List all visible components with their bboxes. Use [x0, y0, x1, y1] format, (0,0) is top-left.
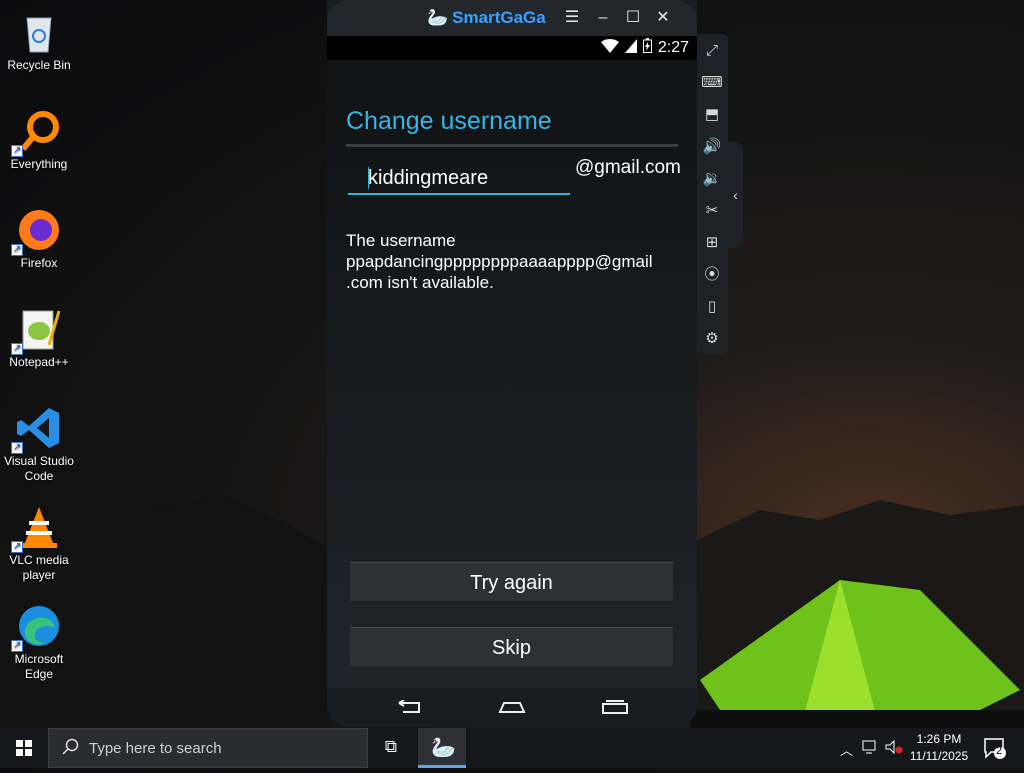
multi-instance-icon[interactable]: ⊞	[701, 232, 723, 254]
taskbar: Type here to search ⧉ 🦢 ︿ 1:26 PM 11/11/…	[0, 728, 1024, 768]
message-line: ppapdancingppppppppaaaapppp@gmail	[346, 252, 653, 271]
android-status-bar: 2:27	[327, 36, 697, 60]
tent-image	[690, 580, 1024, 730]
username-value: kiddingmeare	[368, 167, 489, 189]
maximize-button[interactable]: ☐	[623, 8, 643, 28]
clock-time: 1:26 PM	[916, 732, 962, 746]
edge-icon	[11, 602, 63, 653]
vscode-icon	[11, 404, 63, 455]
desktop-icon-label: Visual Studio Code	[4, 454, 74, 483]
recents-icon[interactable]	[601, 700, 629, 719]
desktop-icon-label: Firefox	[20, 256, 58, 270]
text-caret	[368, 167, 369, 189]
desktop-icon-label: Everything	[10, 157, 68, 171]
emulator-window: 🦢 SmartGaGa ☰ – ☐ ✕ 2:27 Change username …	[327, 0, 697, 727]
collapse-toolbar-button[interactable]: ‹	[728, 142, 743, 248]
wifi-icon	[600, 38, 619, 58]
menu-icon[interactable]: ☰	[562, 8, 582, 28]
emulator-side-toolbar: ⤢ ⌨ ⬒ 🔊 🔉 ✂ ⊞ ⦿ ▯ ⚙	[697, 34, 728, 354]
chevron-left-icon: ‹	[733, 187, 738, 203]
message-line: The username	[346, 231, 456, 250]
emulator-title-bar[interactable]: 🦢 SmartGaGa ☰ – ☐ ✕	[327, 0, 697, 36]
desktop-icon-vlc[interactable]: VLC media player	[2, 499, 76, 583]
desktop-icon-notepad-plus-plus[interactable]: Notepad++	[2, 301, 76, 370]
notification-center-icon[interactable]: 2	[983, 737, 1007, 762]
system-clock[interactable]: 1:26 PM 11/11/2025	[903, 731, 975, 765]
signal-icon	[624, 38, 637, 58]
try-again-button[interactable]: Try again	[350, 562, 673, 601]
desktop-icon-label: VLC media player	[9, 553, 69, 582]
desktop-icon-everything[interactable]: Everything	[2, 103, 76, 172]
availability-message: The username ppapdancingppppppppaaaapppp…	[346, 230, 686, 293]
start-button[interactable]	[0, 728, 48, 768]
close-button[interactable]: ✕	[653, 8, 673, 28]
clock-date: 11/11/2025	[909, 749, 969, 763]
shake-icon[interactable]: ▯	[701, 296, 723, 318]
minimize-button[interactable]: –	[593, 8, 613, 28]
network-icon[interactable]	[862, 740, 880, 757]
swan-icon: 🦢	[431, 737, 456, 759]
skip-button[interactable]: Skip	[350, 627, 673, 666]
settings-icon[interactable]: ⚙	[701, 328, 723, 350]
location-icon[interactable]: ⦿	[701, 264, 723, 286]
search-placeholder: Type here to search	[89, 740, 222, 757]
desktop-icon-label: Microsoft Edge	[14, 652, 64, 681]
back-icon[interactable]	[395, 699, 423, 719]
search-icon	[61, 738, 79, 760]
swan-icon: 🦢	[427, 8, 449, 27]
fullscreen-icon[interactable]: ⤢	[701, 40, 723, 62]
volume-up-icon[interactable]: 🔊	[701, 136, 723, 158]
app-name: SmartGaGa	[452, 8, 546, 27]
domain-suffix: @gmail.com	[575, 157, 681, 178]
battery-icon	[642, 38, 652, 58]
status-time: 2:27	[657, 39, 689, 56]
chevron-up-icon[interactable]: ︿	[840, 740, 853, 759]
keyboard-icon[interactable]: ⌨	[701, 72, 723, 94]
message-line: .com isn't available.	[346, 273, 494, 292]
home-icon[interactable]	[498, 700, 526, 719]
screenshot-scissors-icon[interactable]: ✂	[701, 200, 723, 222]
task-view-icon[interactable]: ⧉	[376, 737, 406, 759]
smartgaga-logo: 🦢 SmartGaGa	[427, 8, 546, 28]
desktop-icon-vscode[interactable]: Visual Studio Code	[2, 400, 76, 484]
page-title: Change username	[346, 107, 552, 135]
android-screen: Change username kiddingmeare @gmail.com …	[327, 60, 697, 688]
notepad-plus-plus-icon	[11, 305, 63, 356]
apk-install-icon[interactable]: ⬒	[701, 104, 723, 126]
taskbar-app-smartgaga[interactable]: 🦢	[418, 728, 466, 768]
desktop-icon-label: Recycle Bin	[7, 58, 71, 72]
desktop-icon-edge[interactable]: Microsoft Edge	[2, 598, 76, 682]
firefox-icon	[11, 206, 63, 257]
recycle-bin-icon	[15, 8, 63, 56]
windows-icon	[16, 740, 32, 756]
desktop-icon-firefox[interactable]: Firefox	[2, 202, 76, 271]
notification-count: 2	[996, 745, 1003, 757]
everything-icon	[11, 107, 63, 158]
username-input[interactable]: kiddingmeare	[348, 163, 570, 195]
title-divider	[346, 144, 678, 147]
desktop-icon-label: Notepad++	[9, 355, 69, 369]
volume-muted-icon[interactable]	[885, 739, 903, 757]
desktop-icon-recycle-bin[interactable]: Recycle Bin	[2, 4, 76, 73]
android-nav-bar	[327, 688, 697, 727]
vlc-icon	[11, 503, 63, 554]
taskbar-search-box[interactable]: Type here to search	[48, 728, 368, 768]
volume-down-icon[interactable]: 🔉	[701, 168, 723, 190]
